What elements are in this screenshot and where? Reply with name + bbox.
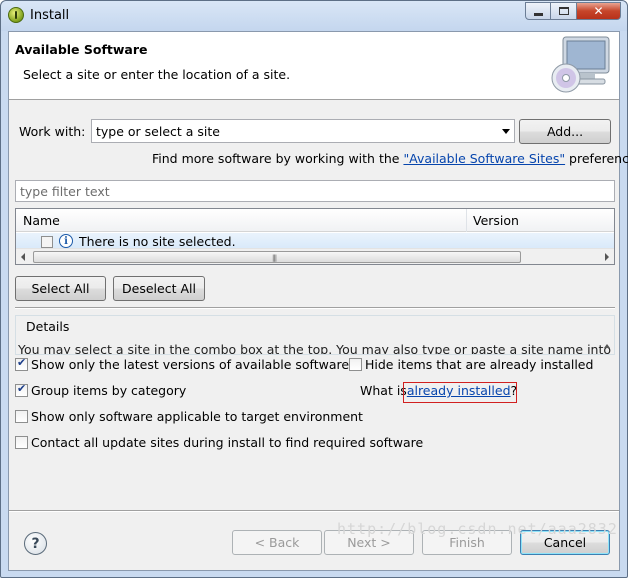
window-title: Install bbox=[30, 8, 70, 23]
caption-buttons: ✕ bbox=[525, 2, 621, 20]
minimize-icon bbox=[533, 12, 543, 16]
hide-installed-checkbox[interactable] bbox=[349, 358, 362, 371]
contact-sites-label: Contact all update sites during install … bbox=[31, 435, 424, 450]
column-divider[interactable] bbox=[466, 209, 467, 232]
maximize-button[interactable] bbox=[551, 2, 577, 20]
column-header-version[interactable]: Version bbox=[473, 213, 519, 228]
option-group-by-category[interactable]: Group items by category bbox=[15, 382, 187, 398]
details-group: Details You may select a site in the com… bbox=[15, 315, 615, 355]
chevron-down-icon[interactable] bbox=[502, 129, 510, 134]
back-button[interactable]: < Back bbox=[232, 530, 322, 555]
highlight-box bbox=[403, 382, 517, 403]
row-message: There is no site selected. bbox=[79, 234, 236, 249]
scroll-thumb[interactable]: ||| bbox=[33, 251, 521, 263]
table-row[interactable]: i There is no site selected. bbox=[16, 233, 614, 249]
help-icon[interactable]: ? bbox=[24, 532, 47, 555]
software-table[interactable]: Name Version i There is no site selected… bbox=[15, 208, 615, 265]
separator bbox=[15, 307, 615, 309]
close-icon: ✕ bbox=[593, 4, 604, 18]
find-more-prefix: Find more software by working with the bbox=[152, 151, 404, 166]
row-checkbox[interactable] bbox=[41, 236, 53, 248]
scroll-up-icon[interactable] bbox=[604, 344, 610, 348]
grip-icon: ||| bbox=[272, 254, 277, 262]
select-all-button[interactable]: Select All bbox=[15, 276, 106, 301]
minimize-button[interactable] bbox=[525, 2, 551, 20]
eclipse-app-icon bbox=[8, 7, 24, 23]
contact-sites-checkbox[interactable] bbox=[15, 436, 28, 449]
scroll-left-icon[interactable] bbox=[21, 253, 25, 261]
maximize-icon bbox=[558, 7, 569, 15]
details-text: You may select a site in the combo box a… bbox=[18, 342, 612, 355]
scroll-right-icon[interactable] bbox=[605, 253, 609, 261]
work-with-label: Work with: bbox=[19, 124, 86, 139]
target-environment-label: Show only software applicable to target … bbox=[31, 409, 363, 424]
find-more-suffix: preferences. bbox=[569, 151, 628, 166]
option-hide-installed[interactable]: Hide items that are already installed bbox=[349, 357, 593, 372]
option-latest-versions[interactable]: Show only the latest versions of availab… bbox=[15, 356, 350, 372]
footer-separator bbox=[9, 510, 619, 512]
close-button[interactable]: ✕ bbox=[577, 2, 621, 20]
table-header: Name Version bbox=[16, 209, 614, 232]
latest-versions-label: Show only the latest versions of availab… bbox=[31, 357, 350, 372]
title-bar[interactable]: Install ✕ bbox=[1, 1, 627, 31]
target-environment-checkbox[interactable] bbox=[15, 410, 28, 423]
work-with-combo[interactable]: type or select a site bbox=[91, 119, 515, 143]
filter-input[interactable]: type filter text bbox=[15, 180, 615, 202]
option-contact-sites[interactable]: Contact all update sites during install … bbox=[15, 435, 423, 450]
watermark-text: http://blog.csdn.net/aaa2832 bbox=[337, 520, 618, 538]
install-banner-icon bbox=[551, 36, 610, 93]
page-title: Available Software bbox=[15, 42, 148, 57]
group-by-category-checkbox[interactable] bbox=[15, 382, 28, 397]
dialog-client-area: Available Software Select a site or ente… bbox=[8, 31, 628, 571]
deselect-all-button[interactable]: Deselect All bbox=[113, 276, 205, 301]
wizard-header: Available Software Select a site or ente… bbox=[9, 32, 619, 100]
work-with-value: type or select a site bbox=[96, 124, 220, 139]
page-description: Select a site or enter the location of a… bbox=[23, 67, 291, 82]
what-is-prefix: What is bbox=[360, 383, 407, 398]
horizontal-scrollbar[interactable]: ||| bbox=[16, 248, 614, 264]
latest-versions-checkbox[interactable] bbox=[15, 356, 28, 371]
group-by-category-label: Group items by category bbox=[31, 383, 187, 398]
option-target-environment[interactable]: Show only software applicable to target … bbox=[15, 409, 363, 424]
find-more-text: Find more software by working with the "… bbox=[152, 151, 628, 166]
add-site-button[interactable]: Add... bbox=[519, 119, 611, 144]
install-window: Install ✕ Available Software Select a si… bbox=[0, 0, 628, 578]
available-software-sites-link[interactable]: "Available Software Sites" bbox=[403, 151, 565, 166]
details-label: Details bbox=[24, 319, 72, 334]
hide-installed-label: Hide items that are already installed bbox=[365, 357, 594, 372]
column-header-name[interactable]: Name bbox=[23, 213, 60, 228]
info-icon: i bbox=[59, 234, 73, 248]
